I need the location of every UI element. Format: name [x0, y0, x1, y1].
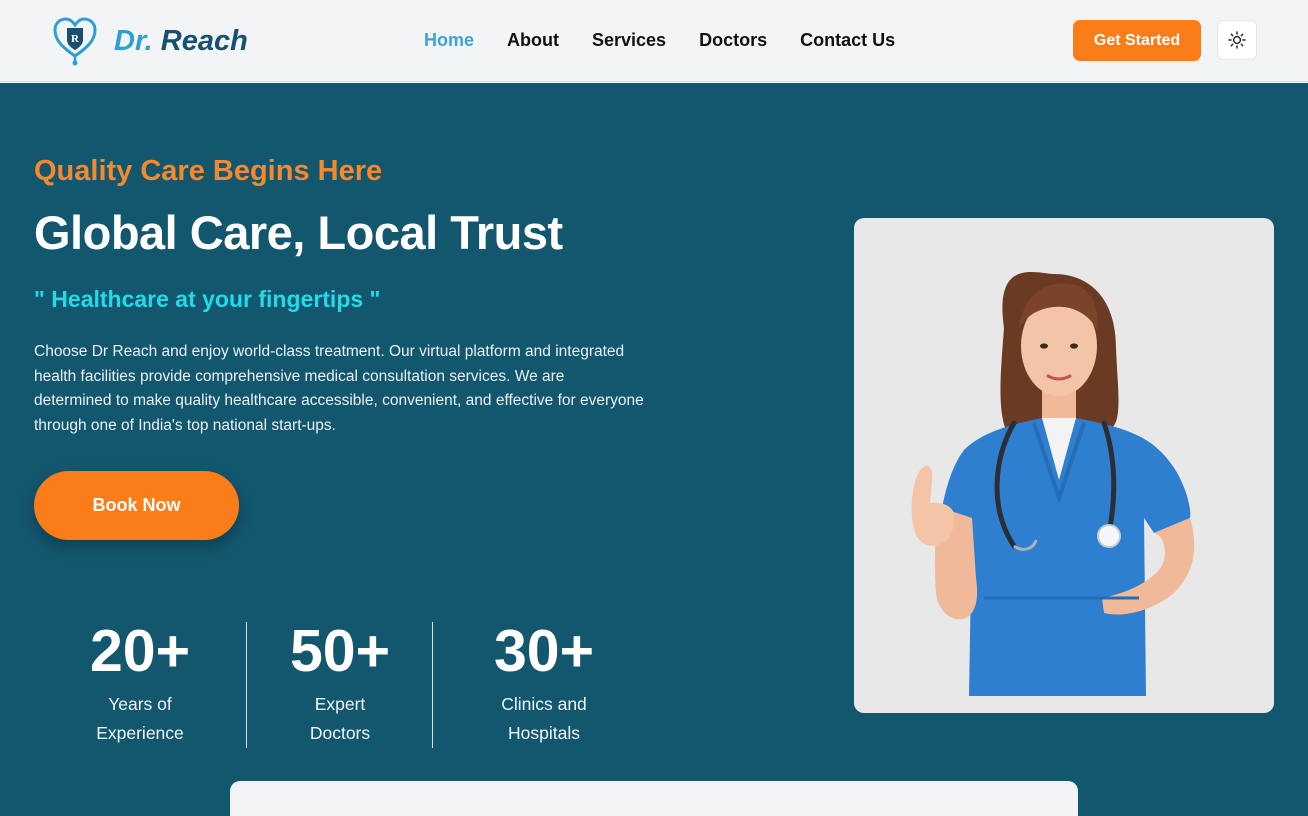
- brand-logo[interactable]: R Dr. Reach: [52, 16, 248, 66]
- stat-divider: [246, 622, 247, 748]
- sun-icon: [1228, 31, 1246, 49]
- stat-label-line: Years of: [108, 694, 172, 714]
- stat-label-line: Experience: [96, 723, 184, 743]
- hero-section: Quality Care Begins Here Global Care, Lo…: [0, 83, 1308, 816]
- stat-doctors: 50+ Expert Doctors: [264, 618, 416, 748]
- stat-label-line: Clinics and: [501, 694, 587, 714]
- nav-contact-us[interactable]: Contact Us: [800, 30, 895, 51]
- stat-label-line: Expert: [314, 694, 366, 714]
- stat-label-line: Doctors: [309, 723, 371, 743]
- brand-name-prefix: Dr.: [114, 24, 153, 57]
- get-started-button[interactable]: Get Started: [1073, 20, 1201, 61]
- svg-text:R: R: [71, 33, 80, 45]
- stat-label: Clinics and Hospitals: [459, 690, 629, 748]
- book-now-button[interactable]: Book Now: [34, 471, 239, 540]
- stats-row: 20+ Years of Experience 50+ Expert Docto…: [34, 618, 634, 753]
- stat-label: Expert Doctors: [264, 690, 416, 748]
- hero-description: Choose Dr Reach and enjoy world-class tr…: [34, 343, 644, 434]
- stat-divider: [432, 622, 433, 748]
- info-card: [230, 781, 1078, 816]
- doctor-photo-card: [854, 218, 1274, 713]
- hero-headline: Global Care, Local Trust: [34, 206, 563, 259]
- stat-label: Years of Experience: [64, 690, 216, 748]
- stat-value: 30+: [493, 618, 595, 684]
- hero-tagline: Quality Care Begins Here: [34, 155, 383, 187]
- stat-clinics: 30+ Clinics and Hospitals: [459, 618, 629, 748]
- brand-name-suffix: Reach: [160, 24, 248, 57]
- nav-about[interactable]: About: [507, 30, 559, 51]
- hero-subhead: " Healthcare at your fingertips ": [34, 286, 381, 312]
- theme-toggle-button[interactable]: [1217, 20, 1257, 60]
- heart-stethoscope-logo-icon: R: [53, 17, 97, 66]
- stat-label-line: Hospitals: [508, 723, 580, 743]
- stat-value: 50+: [289, 618, 391, 684]
- nav-doctors[interactable]: Doctors: [699, 30, 767, 51]
- stat-value: 20+: [89, 618, 191, 684]
- stat-years: 20+ Years of Experience: [64, 618, 216, 748]
- nav-services[interactable]: Services: [592, 30, 666, 51]
- doctor-illustration: [911, 271, 1195, 696]
- nav-home[interactable]: Home: [424, 30, 474, 51]
- site-header: R Dr. Reach Home About Services Doctors …: [0, 0, 1308, 82]
- main-nav: Home About Services Doctors Contact Us: [424, 30, 928, 51]
